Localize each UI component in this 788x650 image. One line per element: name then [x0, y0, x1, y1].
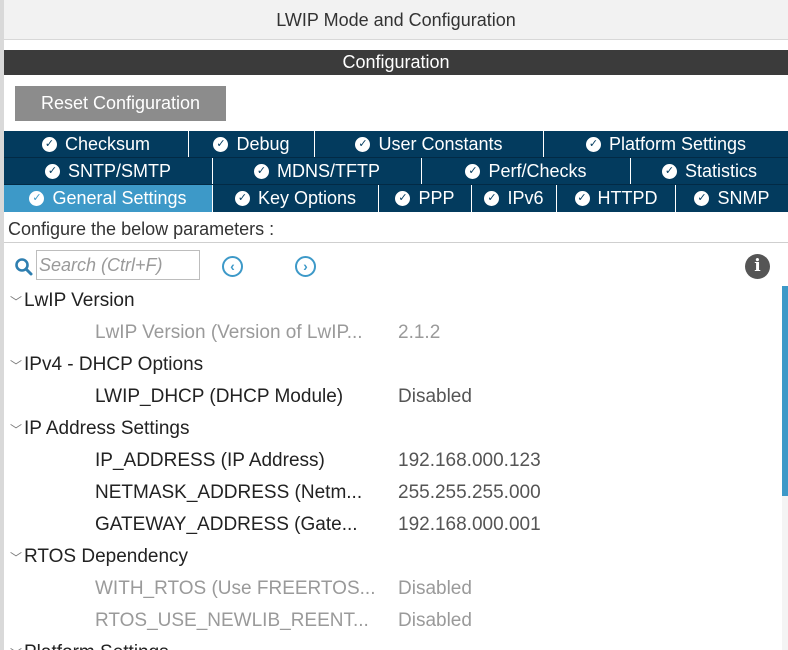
tab-perf-checks[interactable]: ✓ Perf/Checks [422, 158, 631, 184]
param-name: GATEWAY_ADDRESS (Gate... [95, 514, 358, 535]
chevron-down-icon[interactable]: ﹀ [8, 543, 24, 573]
tab-user-constants[interactable]: ✓ User Constants [315, 131, 544, 157]
group-platform-settings[interactable]: ﹀Platform Settings [4, 638, 169, 650]
chevron-down-icon[interactable]: ﹀ [8, 639, 24, 650]
param-value: 255.255.255.000 [398, 482, 541, 503]
search-icon[interactable] [14, 257, 34, 277]
check-circle-icon: ✓ [465, 163, 481, 179]
tab-label: Checksum [64, 133, 151, 154]
parameters-label: Configure the below parameters : [4, 216, 788, 243]
param-row[interactable]: NETMASK_ADDRESS (Netm... 255.255.255.000 [4, 478, 780, 508]
check-circle-icon: ✓ [41, 136, 57, 152]
group-label: Platform Settings [24, 642, 169, 650]
tab-sntp-smtp[interactable]: ✓ SNTP/SMTP [4, 158, 213, 184]
info-icon[interactable]: i [745, 254, 770, 279]
check-circle-icon: ✓ [213, 136, 229, 152]
tab-label: Key Options [257, 188, 357, 208]
group-label: RTOS Dependency [24, 546, 189, 567]
param-value: Disabled [398, 578, 472, 599]
param-value: 2.1.2 [398, 322, 441, 343]
chevron-down-icon[interactable]: ﹀ [8, 351, 24, 381]
tab-label: User Constants [378, 133, 503, 154]
tab-label: SNTP/SMTP [67, 160, 171, 181]
tab-platform-settings[interactable]: ✓ Platform Settings [544, 131, 788, 157]
tab-label: IPv6 [507, 188, 544, 208]
param-name: IP_ADDRESS (IP Address) [95, 450, 325, 471]
param-name: NETMASK_ADDRESS (Netm... [95, 482, 363, 503]
param-name: LWIP_DHCP (DHCP Module) [95, 386, 344, 407]
spacer [4, 41, 788, 50]
check-circle-icon: ✓ [585, 136, 601, 152]
section-header: Configuration [4, 50, 788, 75]
tab-label: Debug [236, 133, 290, 154]
group-ipv4-dhcp-options[interactable]: ﹀ IPv4 - DHCP Options [4, 350, 203, 380]
tab-general-settings[interactable]: ✓ General Settings [4, 185, 213, 212]
param-row[interactable]: LwIP Version (Version of LwIP... 2.1.2 [4, 318, 780, 348]
tab-label: Platform Settings [608, 133, 747, 154]
search-bar: ‹ › i [4, 248, 788, 284]
param-value: Disabled [398, 386, 472, 407]
tab-checksum[interactable]: ✓ Checksum [4, 131, 189, 157]
tab-row-3: ✓ General Settings ✓ Key Options ✓ PPP ✓ IPv… [4, 185, 788, 212]
group-lwip-version[interactable]: ﹀ LwIP Version [4, 286, 135, 316]
tab-label: PPP [418, 188, 455, 208]
group-ip-address-settings[interactable]: ﹀ IP Address Settings [4, 414, 190, 445]
param-value: Disabled [398, 610, 472, 631]
param-name: LwIP Version (Version of LwIP... [95, 322, 363, 343]
param-row[interactable]: IP_ADDRESS (IP Address) 192.168.000.123 [4, 446, 780, 476]
tab-mdns-tftp[interactable]: ✓ MDNS/TFTP [213, 158, 422, 184]
reset-configuration-button[interactable]: Reset Configuration [15, 86, 226, 121]
tab-label: Perf/Checks [488, 160, 587, 181]
chevron-right-icon[interactable]: › [295, 256, 316, 277]
search-input[interactable] [36, 250, 200, 280]
scrollbar-thumb[interactable] [782, 286, 788, 496]
tab-row-2: ✓ SNTP/SMTP ✓ MDNS/TFTP ✓ Perf/Checks ✓ Stat… [4, 158, 788, 184]
tab-label: HTTPD [597, 188, 658, 208]
check-circle-icon: ✓ [254, 163, 269, 179]
param-name: RTOS_USE_NEWLIB_REENT... [95, 610, 369, 631]
param-row[interactable]: WITH_RTOS (Use FREERTOS... Disabled [4, 574, 780, 604]
parameter-tree: ﹀ LwIP Version LwIP Version (Version of L… [4, 286, 780, 650]
tab-httpd[interactable]: ✓ HTTPD [557, 185, 676, 212]
check-circle-icon: ✓ [29, 191, 45, 206]
chevron-down-icon[interactable]: ﹀ [8, 287, 24, 317]
window-title: LWIP Mode and Configuration [4, 0, 788, 40]
group-label: LwIP Version [24, 290, 135, 311]
param-row[interactable]: RTOS_USE_NEWLIB_REENT... Disabled [4, 606, 780, 636]
tab-key-options[interactable]: ✓ Key Options [213, 185, 379, 212]
tab-ipv6[interactable]: ✓ IPv6 [472, 185, 557, 212]
tab-label: MDNS/TFTP [277, 160, 380, 181]
group-rtos-dependency[interactable]: ﹀ RTOS Dependency [4, 542, 188, 572]
tab-row-1: ✓ Checksum ✓ Debug ✓ User Constants ✓ Platfo… [4, 131, 788, 157]
check-circle-icon: ✓ [44, 163, 60, 179]
param-row[interactable]: LWIP_DHCP (DHCP Module) Disabled [4, 382, 780, 412]
group-label: IP Address Settings [24, 418, 190, 439]
tab-label: General Settings [52, 188, 187, 208]
chevron-down-icon[interactable]: ﹀ [8, 415, 24, 445]
tab-debug[interactable]: ✓ Debug [189, 131, 315, 157]
group-label: IPv4 - DHCP Options [24, 354, 204, 375]
tab-bar: ✓ Checksum ✓ Debug ✓ User Constants ✓ Platfo… [4, 131, 788, 212]
tab-ppp[interactable]: ✓ PPP [379, 185, 472, 212]
check-circle-icon: ✓ [234, 191, 250, 206]
tab-statistics[interactable]: ✓ Statistics [631, 158, 788, 184]
check-circle-icon: ✓ [574, 191, 590, 206]
tab-snmp[interactable]: ✓ SNMP [676, 185, 788, 212]
param-value: 192.168.000.001 [398, 514, 541, 535]
param-value: 192.168.000.123 [398, 450, 541, 471]
param-name: WITH_RTOS (Use FREERTOS... [95, 578, 376, 599]
chevron-left-icon[interactable]: ‹ [222, 256, 243, 277]
check-circle-icon: ✓ [355, 136, 371, 152]
check-circle-icon: ✓ [395, 191, 411, 206]
check-circle-icon: ✓ [694, 191, 710, 206]
tab-label: Statistics [684, 160, 758, 181]
check-circle-icon: ✓ [661, 163, 677, 179]
tab-label: SNMP [717, 188, 770, 208]
param-row[interactable]: GATEWAY_ADDRESS (Gate... 192.168.000.001 [4, 510, 780, 540]
check-circle-icon: ✓ [484, 191, 500, 206]
